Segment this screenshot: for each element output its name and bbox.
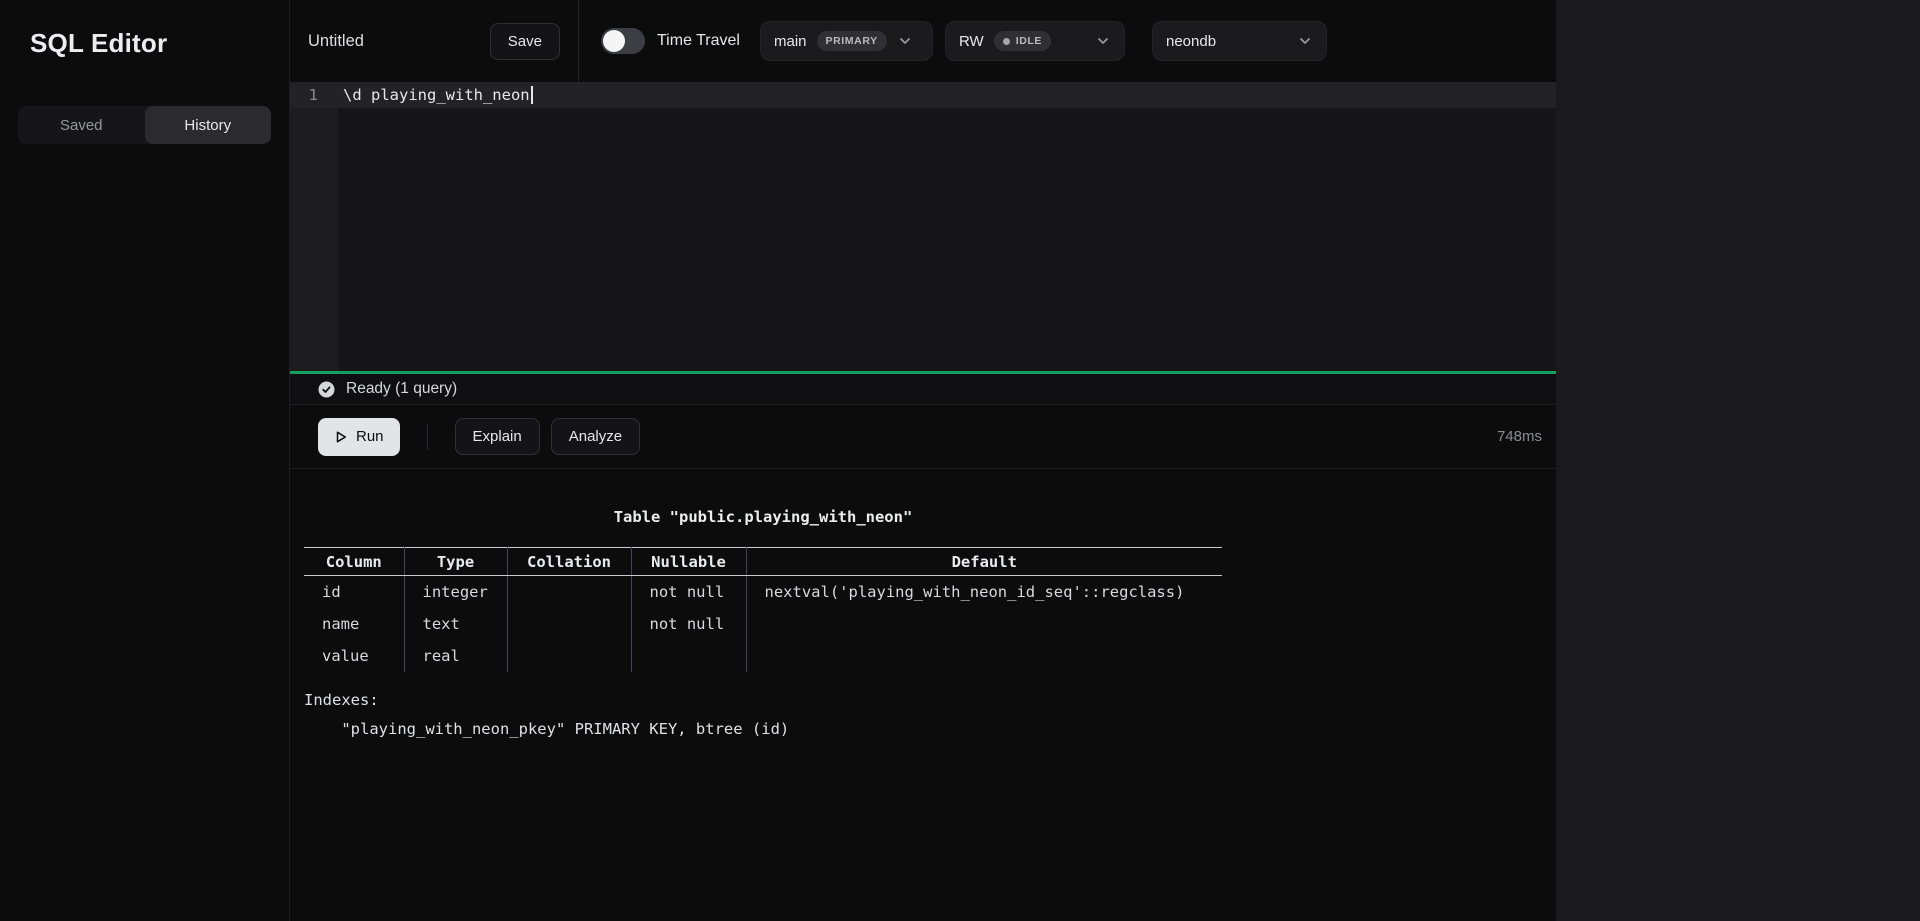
- column-header: Nullable: [631, 548, 746, 576]
- topbar-divider: [578, 0, 579, 82]
- sql-editor-app: SQL Editor Saved History Untitled Save T…: [0, 0, 1920, 921]
- column-header: Column: [304, 548, 404, 576]
- table-cell: not null: [631, 608, 746, 640]
- status-message: Ready (1 query): [346, 380, 457, 398]
- line-number: 1: [290, 86, 338, 104]
- time-travel-label: Time Travel: [657, 32, 740, 50]
- status-bar: Ready (1 query): [290, 371, 1556, 405]
- saved-history-tabs: Saved History: [18, 106, 271, 144]
- save-button[interactable]: Save: [490, 23, 560, 60]
- table-cell: not null: [631, 576, 746, 608]
- query-title: Untitled: [308, 32, 364, 51]
- table-row: value real: [304, 640, 1222, 672]
- compute-name: RW: [959, 33, 984, 50]
- sidebar: SQL Editor Saved History: [0, 0, 290, 921]
- table-cell: integer: [404, 576, 507, 608]
- table-row: id integer not null nextval('playing_wit…: [304, 576, 1222, 608]
- compute-status-badge: IDLE: [994, 31, 1051, 51]
- table-cell: nextval('playing_with_neon_id_seq'::regc…: [746, 576, 1222, 608]
- database-select[interactable]: neondb: [1152, 21, 1327, 61]
- column-header: Collation: [507, 548, 631, 576]
- results-table-title: Table "public.playing_with_neon": [304, 505, 1222, 529]
- table-cell: [746, 640, 1222, 672]
- table-cell: real: [404, 640, 507, 672]
- compute-status-text: IDLE: [1016, 35, 1042, 47]
- table-cell: name: [304, 608, 404, 640]
- line-number-gutter: [290, 82, 338, 371]
- idle-status-dot: [1003, 38, 1010, 45]
- explain-button[interactable]: Explain: [455, 418, 540, 455]
- table-header-row: Column Type Collation Nullable Default: [304, 548, 1222, 576]
- branch-primary-badge: PRIMARY: [817, 31, 887, 51]
- chevron-down-icon: [1095, 33, 1111, 49]
- right-background-area: [1556, 0, 1920, 921]
- analyze-button[interactable]: Analyze: [551, 418, 640, 455]
- index-definition: "playing_with_neon_pkey" PRIMARY KEY, bt…: [304, 715, 1556, 744]
- column-header: Default: [746, 548, 1222, 576]
- branch-select[interactable]: main PRIMARY: [760, 21, 933, 61]
- toggle-knob: [603, 30, 625, 52]
- tab-saved[interactable]: Saved: [18, 106, 145, 144]
- branch-name: main: [774, 33, 807, 50]
- check-circle-icon: [318, 381, 335, 398]
- table-cell: [631, 640, 746, 672]
- database-name: neondb: [1166, 33, 1216, 50]
- table-cell: id: [304, 576, 404, 608]
- chevron-down-icon: [1297, 33, 1313, 49]
- table-cell: [507, 608, 631, 640]
- tab-history[interactable]: History: [145, 106, 272, 144]
- page-title: SQL Editor: [30, 28, 289, 59]
- table-cell: value: [304, 640, 404, 672]
- results-table: Column Type Collation Nullable Default i…: [304, 547, 1222, 672]
- toolbar-divider: [427, 424, 428, 450]
- chevron-down-icon: [897, 33, 913, 49]
- text-cursor: [531, 86, 533, 104]
- results-panel: Table "public.playing_with_neon" Column …: [290, 469, 1556, 921]
- code-line[interactable]: 1 \d playing_with_neon: [290, 82, 1556, 108]
- main-panel: Untitled Save Time Travel main PRIMARY R…: [290, 0, 1556, 921]
- compute-select[interactable]: RW IDLE: [945, 21, 1125, 61]
- run-label: Run: [356, 428, 384, 445]
- topbar: Untitled Save Time Travel main PRIMARY R…: [290, 0, 1556, 82]
- play-icon: [334, 430, 348, 444]
- run-button[interactable]: Run: [318, 418, 400, 456]
- query-duration: 748ms: [1497, 428, 1556, 445]
- indexes-label: Indexes:: [304, 686, 1556, 715]
- table-row: name text not null: [304, 608, 1222, 640]
- query-toolbar: Run Explain Analyze 748ms: [290, 405, 1556, 469]
- time-travel-toggle[interactable]: [601, 28, 645, 54]
- code-text: \d playing_with_neon: [338, 86, 530, 104]
- table-cell: [746, 608, 1222, 640]
- table-cell: [507, 640, 631, 672]
- table-cell: text: [404, 608, 507, 640]
- sql-code-editor[interactable]: 1 \d playing_with_neon: [290, 82, 1556, 371]
- column-header: Type: [404, 548, 507, 576]
- query-name-section: Untitled Save: [290, 0, 578, 82]
- table-cell: [507, 576, 631, 608]
